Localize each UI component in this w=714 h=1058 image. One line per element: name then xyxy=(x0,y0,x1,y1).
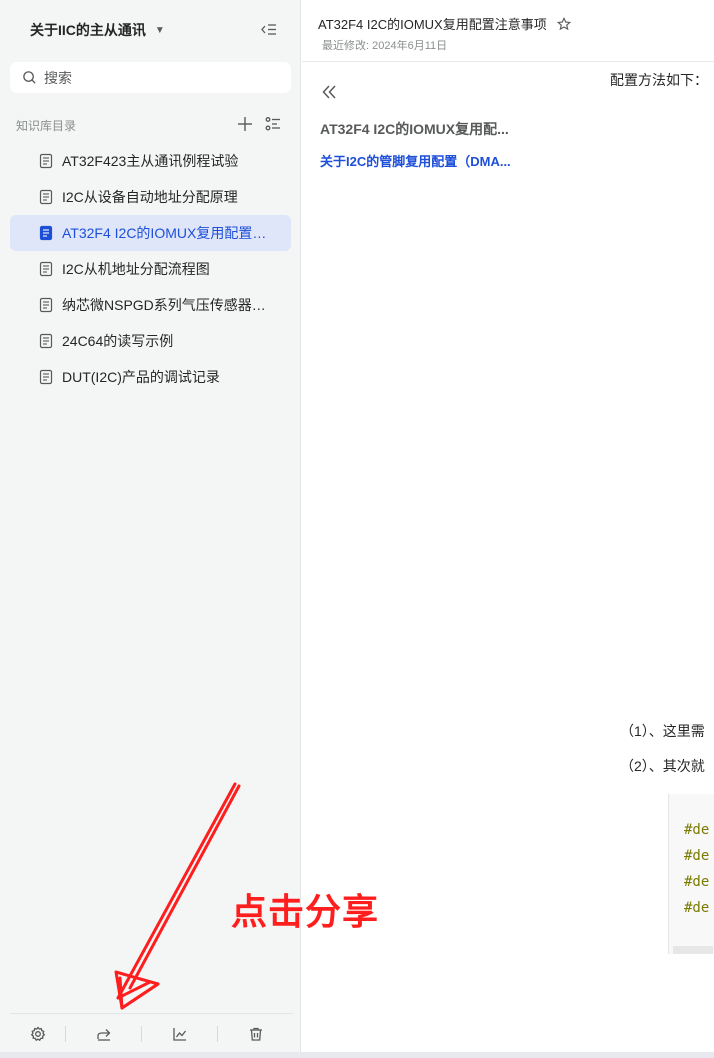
sidebar-doc-label: 24C64的读写示例 xyxy=(62,333,174,349)
body-paragraph: 配置方法如下： xyxy=(610,72,708,88)
sidebar-doc-item[interactable]: AT32F4 I2C的IOMUX复用配置注... xyxy=(10,215,291,251)
star-icon[interactable] xyxy=(556,16,571,31)
search-input[interactable]: 搜索 xyxy=(10,62,291,93)
sidebar-doc-item[interactable]: I2C从设备自动地址分配原理 xyxy=(10,179,291,215)
outline-heading-1[interactable]: AT32F4 I2C的IOMUX复用配... xyxy=(320,119,560,139)
double-chevron-left-icon[interactable] xyxy=(320,82,340,102)
share-icon xyxy=(97,1028,111,1041)
annotation-text: 点击分享 xyxy=(231,892,380,933)
search-placeholder: 搜索 xyxy=(44,69,72,86)
gear-icon xyxy=(30,1026,45,1041)
sidebar-doc-label: 纳芯微NSPGD系列气压传感器的I... xyxy=(62,297,277,313)
code-line: #de xyxy=(684,900,710,916)
document-icon xyxy=(39,225,53,241)
document-icon xyxy=(39,189,53,205)
toc-header: 知识库目录 xyxy=(16,116,286,134)
knowledge-base-switcher[interactable]: 关于IIC的主从通讯 ▼ xyxy=(30,20,165,40)
document-icon xyxy=(39,153,53,169)
knowledge-base-title: 关于IIC的主从通讯 xyxy=(30,22,146,38)
sidebar-doc-item[interactable]: DUT(I2C)产品的调试记录 xyxy=(10,359,291,395)
code-line: #de xyxy=(684,848,710,864)
code-line: #de xyxy=(684,822,710,838)
statistics-button[interactable] xyxy=(142,1014,217,1054)
sidebar-doc-item[interactable]: I2C从机地址分配流程图 xyxy=(10,251,291,287)
document-header: AT32F4 I2C的IOMUX复用配置注意事项 最近修改: 2024年6月11… xyxy=(302,0,714,62)
toc-label: 知识库目录 xyxy=(16,118,77,133)
code-block: #de #de #de #de xyxy=(668,794,714,954)
document-icon xyxy=(39,333,53,349)
document-title: AT32F4 I2C的IOMUX复用配置注意事项 xyxy=(318,14,571,33)
code-block-fade xyxy=(673,946,713,954)
last-modified: 最近修改: 2024年6月11日 xyxy=(322,40,448,52)
document-title-text: AT32F4 I2C的IOMUX复用配置注意事项 xyxy=(318,17,547,32)
document-icon xyxy=(39,297,53,313)
sidebar-doc-label: I2C从设备自动地址分配原理 xyxy=(62,189,238,205)
code-line: #de xyxy=(684,874,710,890)
sidebar-doc-label: DUT(I2C)产品的调试记录 xyxy=(62,369,220,385)
settings-button[interactable] xyxy=(10,1014,65,1054)
chart-icon xyxy=(172,1027,186,1041)
document-icon xyxy=(39,369,53,385)
trash-button[interactable] xyxy=(218,1014,293,1054)
add-icon[interactable] xyxy=(236,115,254,133)
horizontal-scrollbar[interactable] xyxy=(0,1052,714,1058)
search-icon xyxy=(23,71,36,84)
trash-icon xyxy=(249,1027,262,1041)
sidebar-bottom-bar xyxy=(10,1013,293,1053)
sidebar-doc-label: AT32F423主从通讯例程试验 xyxy=(62,153,239,169)
body-paragraph: （1）、这里需 xyxy=(620,723,705,739)
caret-down-icon: ▼ xyxy=(154,24,165,36)
list-settings-icon[interactable] xyxy=(264,115,282,133)
sidebar-doc-item[interactable]: 纳芯微NSPGD系列气压传感器的I... xyxy=(10,287,291,323)
collapse-sidebar-icon[interactable] xyxy=(259,20,279,40)
sidebar-doc-label: I2C从机地址分配流程图 xyxy=(62,261,210,277)
document-outline: AT32F4 I2C的IOMUX复用配... 关于I2C的管脚复用配置（DMA.… xyxy=(320,82,560,170)
sidebar-doc-item[interactable]: 24C64的读写示例 xyxy=(10,323,291,359)
body-paragraph: （2）、其次就 xyxy=(620,758,705,774)
doc-list: AT32F423主从通讯例程试验 I2C从设备自动地址分配原理 AT32F4 I2C… xyxy=(10,143,291,395)
sidebar-doc-label: AT32F4 I2C的IOMUX复用配置注... xyxy=(62,225,277,241)
share-button[interactable] xyxy=(66,1014,141,1054)
sidebar-doc-item[interactable]: AT32F423主从通讯例程试验 xyxy=(10,143,291,179)
document-icon xyxy=(39,261,53,277)
outline-heading-2[interactable]: 关于I2C的管脚复用配置（DMA... xyxy=(320,151,560,170)
